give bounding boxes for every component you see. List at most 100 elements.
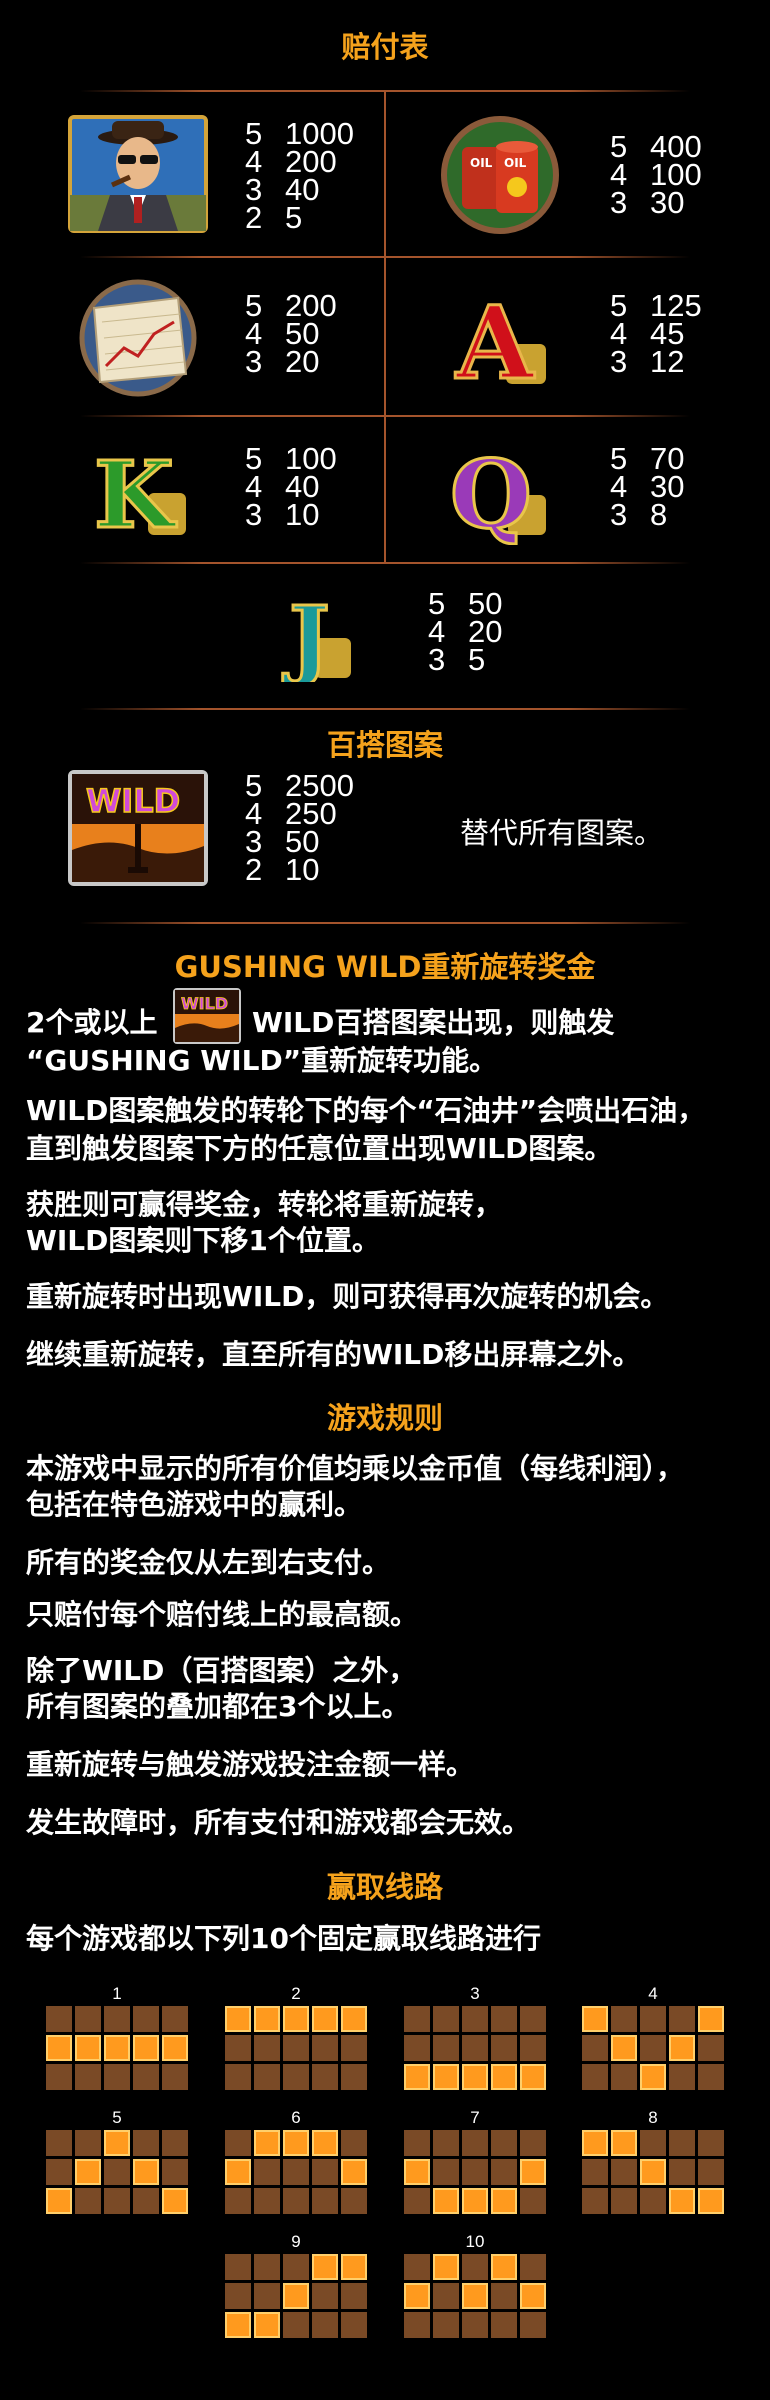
payline-grid-1 [46,2006,188,2090]
payline-label: 4 [648,1984,658,2003]
payline-cell [640,2006,666,2032]
payline-cell [640,2064,666,2090]
payline-cell [162,2035,188,2061]
payline-cell [312,2188,338,2214]
payline-cell [104,2188,130,2214]
payline-cell [520,2035,546,2061]
payline-cell [225,2312,251,2338]
payline-cell [225,2188,251,2214]
paytable-man: 5 1000 4 200 3 40 25 [245,116,354,235]
payline-grid-2 [225,2006,367,2090]
payline-cell [433,2188,459,2214]
payline-cell [254,2188,280,2214]
payline-cell [520,2006,546,2032]
rules-p3: 只赔付每个赔付线上的最高额。 [26,1598,419,1631]
payline-cell [433,2312,459,2338]
divider [80,256,690,258]
rules-p5: 重新旋转与触发游戏投注金额一样。 [26,1748,475,1781]
payline-cell [46,2188,72,2214]
paytable-title: 赔付表 [341,30,429,64]
payline-cell [404,2283,430,2309]
payline-cell [640,2035,666,2061]
payline-cell [433,2006,459,2032]
payline-cell [75,2130,101,2156]
payline-cell [462,2283,488,2309]
payline-cell [491,2130,517,2156]
payline-cell [254,2130,280,2156]
payline-cell [698,2130,724,2156]
payline-cell [404,2188,430,2214]
payline-cell [404,2159,430,2185]
payline-cell [46,2130,72,2156]
payline-cell [341,2254,367,2280]
payline-cell [283,2312,309,2338]
payline-cell [225,2159,251,2185]
payline-cell [520,2064,546,2090]
payline-cell [162,2130,188,2156]
payline-cell [462,2254,488,2280]
payline-cell [104,2064,130,2090]
payline-cell [462,2035,488,2061]
payline-cell [133,2130,159,2156]
payline-cell [312,2035,338,2061]
payline-cell [46,2035,72,2061]
payline-cell [520,2130,546,2156]
payline-cell [404,2006,430,2032]
gushing-p5: 继续重新旋转，直至所有的WILD移出屏幕之外。 [26,1338,641,1371]
gushing-p3-1: 获胜则可赢得奖金，转轮将重新旋转， [26,1188,503,1221]
payline-label: 3 [470,1984,480,2003]
rules-p1-2: 包括在特色游戏中的赢利。 [26,1488,363,1521]
payline-cell [520,2312,546,2338]
payline-cell [341,2283,367,2309]
letter-j-symbol-icon: J [275,582,375,691]
divider [80,562,690,564]
payline-label: 7 [470,2108,480,2127]
payline-cell [225,2064,251,2090]
payline-cell [669,2159,695,2185]
payline-cell [254,2312,280,2338]
payline-cell [283,2130,309,2156]
payline-cell [669,2130,695,2156]
divider [80,708,690,710]
payline-cell [520,2159,546,2185]
payline-cell [462,2312,488,2338]
payline-cell [254,2006,280,2032]
paytable-a: 5 125 4 45 3 12 [610,288,702,379]
payline-cell [312,2283,338,2309]
payline-cell [341,2130,367,2156]
payline-cell [520,2283,546,2309]
payline-cell [162,2064,188,2090]
payline-grid-10 [404,2254,546,2338]
payline-cell [433,2254,459,2280]
payline-cell [133,2035,159,2061]
payline-cell [491,2159,517,2185]
payline-cell [46,2006,72,2032]
payline-cell [462,2130,488,2156]
businessman-symbol-icon [68,115,208,233]
payline-label: 6 [291,2108,301,2127]
gushing-p2-1: WILD图案触发的转轮下的每个“石油井”会喷出石油， [26,1094,706,1127]
payline-grid-5 [46,2130,188,2214]
payline-cell [520,2188,546,2214]
payline-cell [404,2130,430,2156]
payline-cell [162,2006,188,2032]
paytable-k: 5 100 4 40 3 10 [245,441,337,532]
payline-cell [462,2006,488,2032]
payline-cell [404,2064,430,2090]
payline-cell [611,2188,637,2214]
payline-cell [75,2064,101,2090]
divider [80,415,690,417]
payline-cell [611,2064,637,2090]
payline-cell [341,2035,367,2061]
rules-p4-2: 所有图案的叠加都在3个以上。 [26,1690,410,1723]
payline-cell [254,2254,280,2280]
payline-cell [254,2159,280,2185]
payline-cell [669,2064,695,2090]
wild-title: 百搭图案 [326,728,443,762]
payline-cell [75,2035,101,2061]
payline-cell [404,2035,430,2061]
gushing-line2: “GUSHING WILD”重新旋转功能。 [26,1044,498,1077]
wild-inline-icon: WILD [173,988,241,1044]
payline-cell [341,2159,367,2185]
payline-grid-4 [582,2006,724,2090]
